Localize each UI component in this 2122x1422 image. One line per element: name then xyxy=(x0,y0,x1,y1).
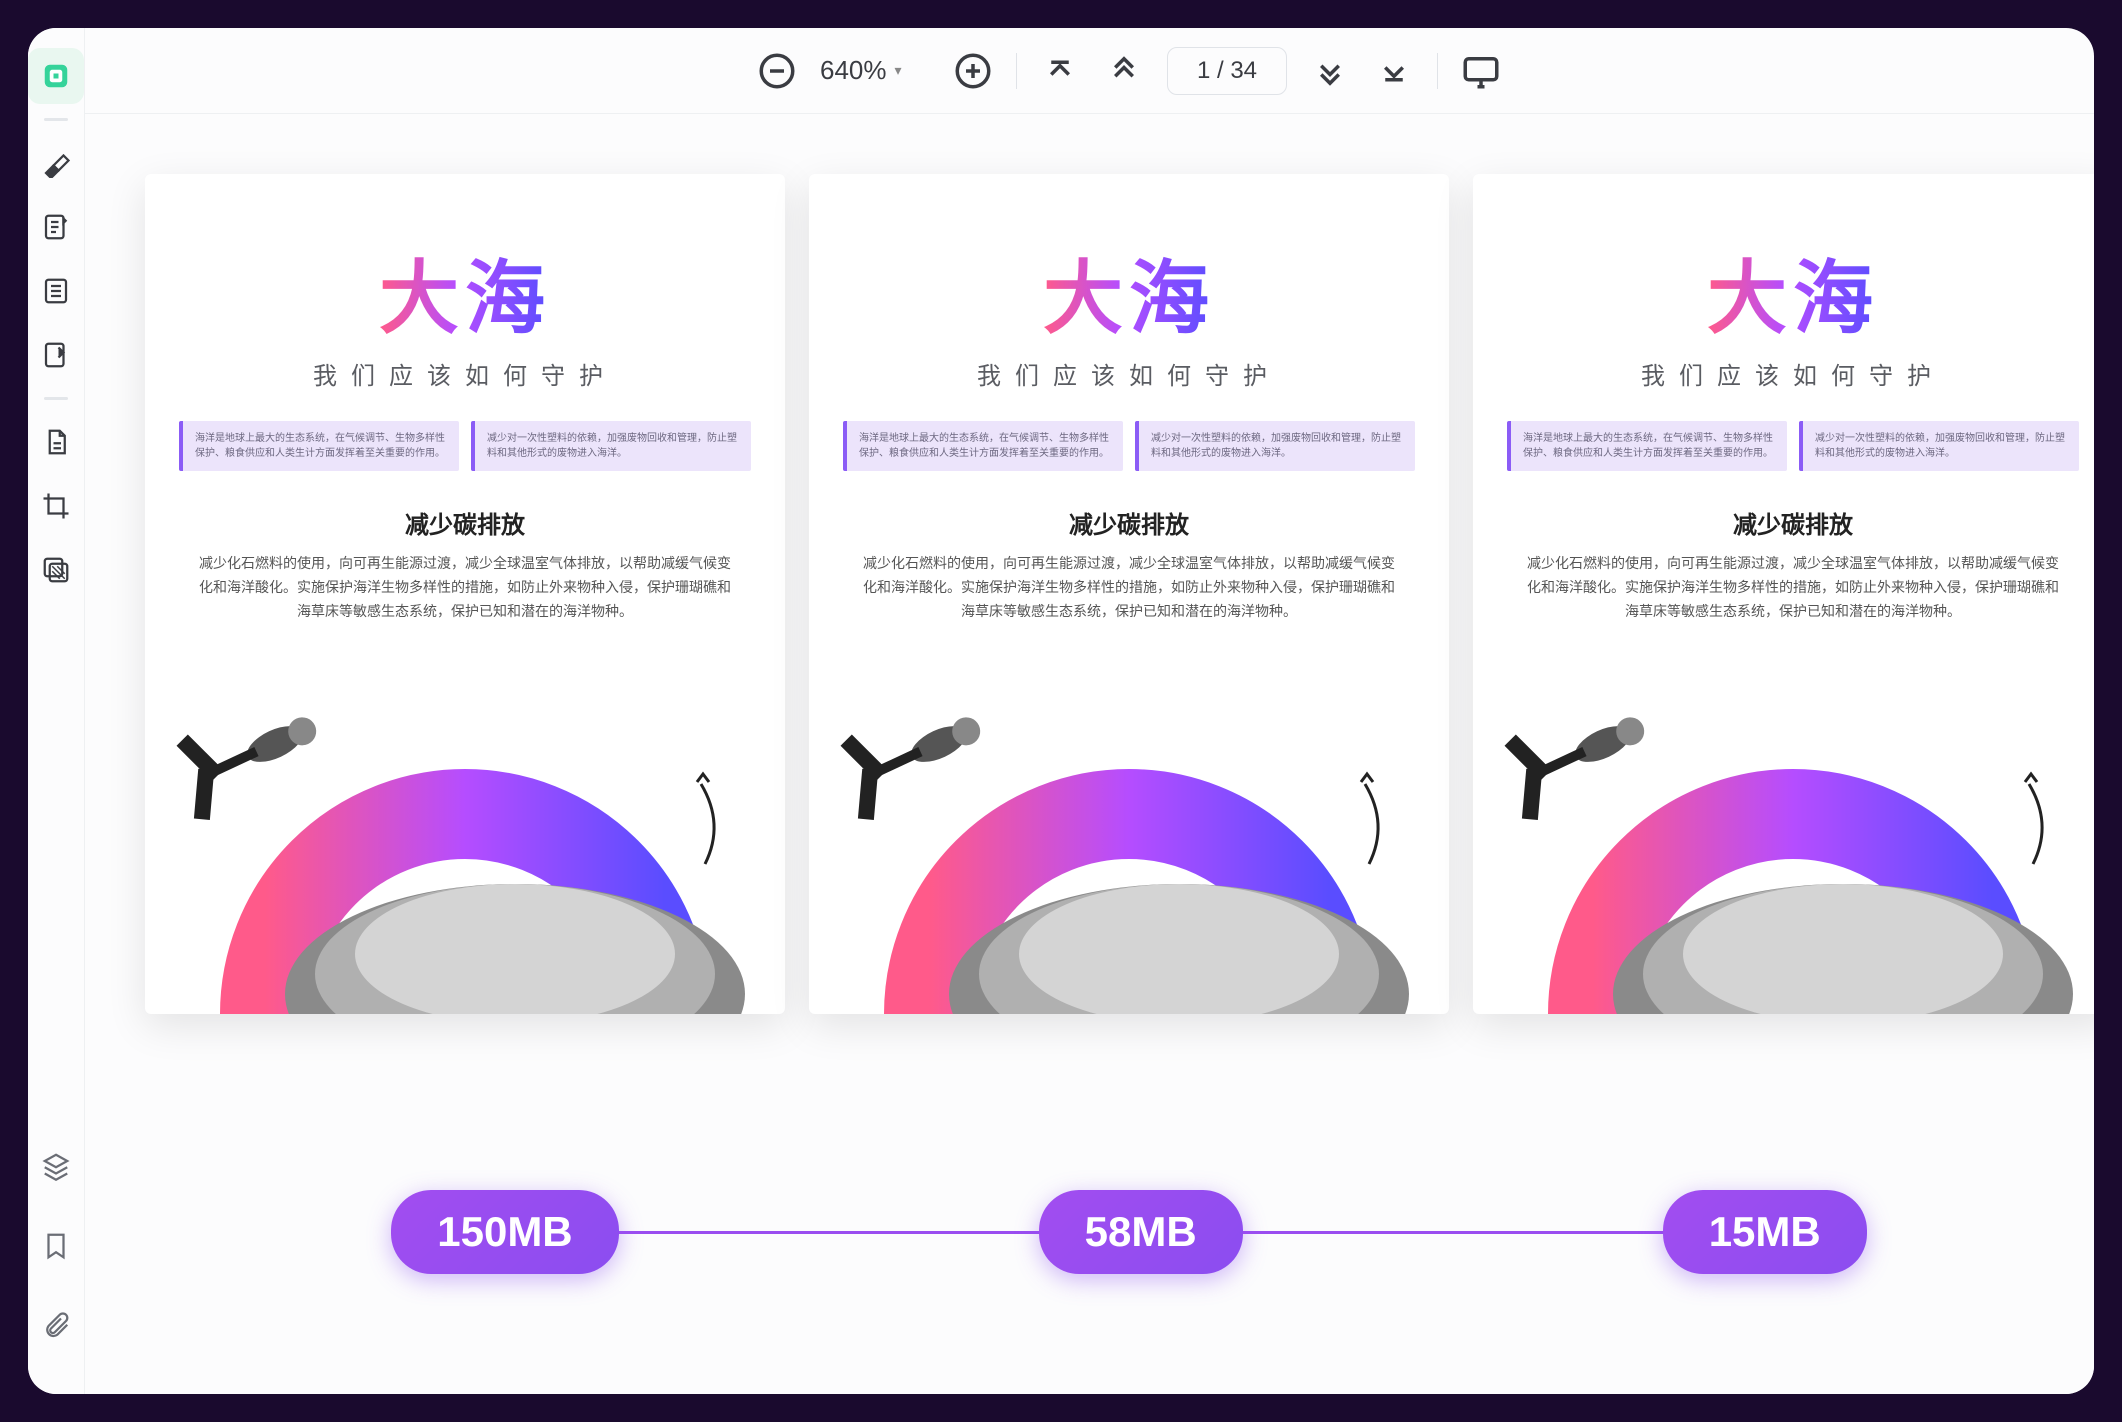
divider xyxy=(44,118,68,121)
size-badge-3: 15MB xyxy=(1663,1190,1867,1274)
outline-tool-button[interactable] xyxy=(28,263,84,319)
document-canvas[interactable]: 大海 我们应该如何守护 海洋是地球上最大的生态系统，在气候调节、生物多样性保护、… xyxy=(85,114,2094,1394)
page-title: 大海 xyxy=(379,234,551,350)
info-box-right: 减少对一次性塑料的依赖，加强废物回收和管理，防止塑料和其他形式的废物进入海洋。 xyxy=(1135,421,1415,471)
size-badge-1: 150MB xyxy=(391,1190,618,1274)
sidebar xyxy=(28,28,85,1394)
section-heading: 减少碳排放 xyxy=(405,505,525,540)
bookmark-button[interactable] xyxy=(28,1218,84,1274)
file-size-row: 150MB 58MB 15MB xyxy=(85,1190,2094,1274)
page-preview-2[interactable]: 大海 我们应该如何守护 海洋是地球上最大的生态系统，在气候调节、生物多样性保护、… xyxy=(809,174,1449,1014)
info-box-left: 海洋是地球上最大的生态系统，在气候调节、生物多样性保护、粮食供应和人类生计方面发… xyxy=(1507,421,1787,471)
section-heading: 减少碳排放 xyxy=(1733,505,1853,540)
section-heading: 减少碳排放 xyxy=(1069,505,1189,540)
section-body: 减少化石燃料的使用，向可再生能源过渡，减少全球温室气体排放，以帮助减缓气候变化和… xyxy=(843,552,1415,623)
present-button[interactable] xyxy=(1460,50,1502,92)
last-page-button[interactable] xyxy=(1373,50,1415,92)
background-tool-button[interactable] xyxy=(28,542,84,598)
sidebar-bottom xyxy=(28,1138,84,1394)
divider xyxy=(1437,53,1438,89)
page-subtitle: 我们应该如何守护 xyxy=(313,356,617,391)
section-body: 减少化石燃料的使用，向可再生能源过渡，减少全球温室气体排放，以帮助减缓气候变化和… xyxy=(179,552,751,623)
page-illustration xyxy=(809,624,1449,1014)
info-box-right: 减少对一次性塑料的依赖，加强废物回收和管理，防止塑料和其他形式的废物进入海洋。 xyxy=(1799,421,2079,471)
connector-line xyxy=(1243,1231,1663,1234)
divider xyxy=(1016,53,1017,89)
size-badge-2: 58MB xyxy=(1039,1190,1243,1274)
zoom-out-button[interactable] xyxy=(756,50,798,92)
layers-button[interactable] xyxy=(28,1138,84,1194)
page-preview-1[interactable]: 大海 我们应该如何守护 海洋是地球上最大的生态系统，在气候调节、生物多样性保护、… xyxy=(145,174,785,1014)
app-window: 640% 1 / 34 xyxy=(28,28,2094,1394)
page-indicator-input[interactable]: 1 / 34 xyxy=(1167,47,1287,95)
top-toolbar: 640% 1 / 34 xyxy=(85,28,2094,114)
pages-tool-button[interactable] xyxy=(28,414,84,470)
zoom-level-dropdown[interactable]: 640% xyxy=(820,55,930,86)
prev-page-button[interactable] xyxy=(1103,50,1145,92)
first-page-button[interactable] xyxy=(1039,50,1081,92)
reader-mode-button[interactable] xyxy=(28,48,84,104)
crop-tool-button[interactable] xyxy=(28,478,84,534)
info-boxes: 海洋是地球上最大的生态系统，在气候调节、生物多样性保护、粮食供应和人类生计方面发… xyxy=(179,421,751,471)
connector-line xyxy=(619,1231,1039,1234)
section-body: 减少化石燃料的使用，向可再生能源过渡，减少全球温室气体排放，以帮助减缓气候变化和… xyxy=(1507,552,2079,623)
info-boxes: 海洋是地球上最大的生态系统，在气候调节、生物多样性保护、粮食供应和人类生计方面发… xyxy=(1507,421,2079,471)
info-box-left: 海洋是地球上最大的生态系统，在气候调节、生物多样性保护、粮食供应和人类生计方面发… xyxy=(179,421,459,471)
fill-tool-button[interactable] xyxy=(28,327,84,383)
next-page-button[interactable] xyxy=(1309,50,1351,92)
page-subtitle: 我们应该如何守护 xyxy=(977,356,1281,391)
page-title: 大海 xyxy=(1707,234,1879,350)
main-area: 640% 1 / 34 xyxy=(85,28,2094,1394)
page-preview-3[interactable]: 大海 我们应该如何守护 海洋是地球上最大的生态系统，在气候调节、生物多样性保护、… xyxy=(1473,174,2094,1014)
page-subtitle: 我们应该如何守护 xyxy=(1641,356,1945,391)
highlighter-tool-button[interactable] xyxy=(28,135,84,191)
pages-row: 大海 我们应该如何守护 海洋是地球上最大的生态系统，在气候调节、生物多样性保护、… xyxy=(145,174,2094,1014)
page-illustration xyxy=(145,624,785,1014)
info-boxes: 海洋是地球上最大的生态系统，在气候调节、生物多样性保护、粮食供应和人类生计方面发… xyxy=(843,421,1415,471)
zoom-in-button[interactable] xyxy=(952,50,994,92)
annotate-tool-button[interactable] xyxy=(28,199,84,255)
page-illustration xyxy=(1473,624,2094,1014)
page-title: 大海 xyxy=(1043,234,1215,350)
info-box-left: 海洋是地球上最大的生态系统，在气候调节、生物多样性保护、粮食供应和人类生计方面发… xyxy=(843,421,1123,471)
attachment-button[interactable] xyxy=(28,1298,84,1354)
divider xyxy=(44,397,68,400)
info-box-right: 减少对一次性塑料的依赖，加强废物回收和管理，防止塑料和其他形式的废物进入海洋。 xyxy=(471,421,751,471)
